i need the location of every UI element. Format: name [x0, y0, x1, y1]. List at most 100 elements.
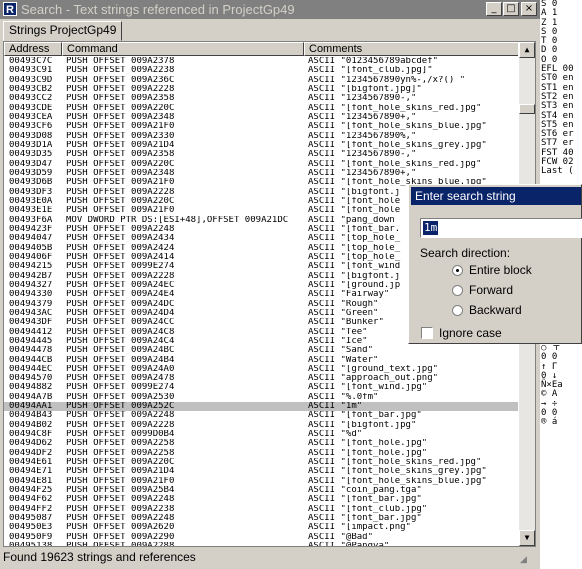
- row-command: PUSH OFFSET 009A2348: [66, 168, 175, 178]
- row-address: 004950F9: [9, 532, 53, 542]
- resize-grip-icon[interactable]: ◢: [520, 550, 534, 564]
- row-command: PUSH OFFSET 009A2290: [66, 532, 175, 542]
- table-row[interactable]: 00494E61 PUSH OFFSET 009A220C ASCII "[font…: [4, 458, 518, 467]
- row-address: 004944CB: [9, 355, 53, 365]
- option-forward[interactable]: Forward: [469, 283, 513, 297]
- column-header-command[interactable]: Command: [62, 42, 304, 56]
- row-command: PUSH OFFSET 0099E274: [66, 262, 175, 272]
- search-input[interactable]: 1m: [420, 218, 582, 238]
- table-row[interactable]: 00494D62 PUSH OFFSET 009A2258 ASCII "[font…: [4, 439, 518, 448]
- row-comment: ASCII "[font_bar.jpg": [308, 495, 422, 505]
- table-row[interactable]: 004944EC PUSH OFFSET 009A24A0 ASCII "[grou…: [4, 365, 518, 374]
- search-dialog: Enter search string 1m Search direction:…: [408, 184, 582, 344]
- table-row[interactable]: 00493C7C PUSH OFFSET 009A2378 ASCII "01234…: [4, 57, 518, 66]
- row-comment: ASCII "[ground_text.jpg": [308, 364, 439, 374]
- row-comment: ASCII "1234567890%,": [308, 131, 417, 141]
- scroll-thumb[interactable]: [519, 104, 535, 114]
- row-comment: ASCII "%d": [308, 430, 363, 440]
- table-row[interactable]: 00493CEA PUSH OFFSET 009A2348 ASCII "12345…: [4, 113, 518, 122]
- row-address: 00494A7B: [9, 392, 53, 402]
- row-address: 0049405B: [9, 243, 53, 253]
- table-row[interactable]: 00494B43 PUSH OFFSET 009A2248 ASCII "[font…: [4, 411, 518, 420]
- table-row[interactable]: 00493D59 PUSH OFFSET 009A2348 ASCII "12345…: [4, 169, 518, 178]
- table-row[interactable]: 00494B02 PUSH OFFSET 009A2228 ASCII "[bigf…: [4, 421, 518, 430]
- table-row[interactable]: 00493D47 PUSH OFFSET 009A220C ASCII "[font…: [4, 160, 518, 169]
- row-command: PUSH OFFSET 009A2238: [66, 504, 175, 514]
- row-address: 00493CF6: [9, 122, 53, 132]
- radio-forward[interactable]: [452, 285, 463, 296]
- tab-strings[interactable]: Strings ProjectGp49: [3, 21, 123, 41]
- row-command: MOV DWORD PTR DS:[ESI+48],OFFSET 009A21D…: [66, 215, 289, 225]
- row-command: PUSH OFFSET 009A2434: [66, 234, 175, 244]
- table-row[interactable]: 00493D1A PUSH OFFSET 009A21D4 ASCII "[font…: [4, 141, 518, 150]
- table-row[interactable]: 00494F25 PUSH OFFSET 009A25B4 ASCII "coin_…: [4, 486, 518, 495]
- table-row[interactable]: 00494E71 PUSH OFFSET 009A21D4 ASCII "[font…: [4, 467, 518, 476]
- table-row[interactable]: 004950F9 PUSH OFFSET 009A2290 ASCII "@Bad": [4, 533, 518, 542]
- scroll-up-arrow-icon[interactable]: ▲: [519, 42, 535, 58]
- table-row[interactable]: 00493CC2 PUSH OFFSET 009A2358 ASCII "12345…: [4, 94, 518, 103]
- scroll-down-arrow-icon[interactable]: ▼: [519, 530, 535, 546]
- row-comment: ASCII "%.0fm": [308, 392, 379, 402]
- row-comment: ASCII "[font_hole_skins_red.jpg": [308, 458, 482, 468]
- ignore-case-checkbox[interactable]: [421, 327, 433, 339]
- row-comment: ASCII "1234567890-,": [308, 94, 417, 104]
- ignore-case-label[interactable]: Ignore case: [439, 326, 502, 340]
- table-row[interactable]: 00493CF6 PUSH OFFSET 009A21F0 ASCII "[font…: [4, 122, 518, 131]
- row-command: PUSH OFFSET 009A2258: [66, 448, 175, 458]
- row-address: 00494379: [9, 299, 53, 309]
- row-address: 00494047: [9, 234, 53, 244]
- row-address: 00494215: [9, 262, 53, 272]
- row-command: PUSH OFFSET 009A21F0: [66, 178, 175, 188]
- dialog-title[interactable]: Enter search string: [411, 187, 581, 205]
- row-command: PUSH OFFSET 009A21D4: [66, 467, 175, 477]
- table-row[interactable]: 00494478 PUSH OFFSET 009A24BC ASCII "Sand": [4, 346, 518, 355]
- row-command: PUSH OFFSET 009A2348: [66, 112, 175, 122]
- table-row[interactable]: 00494C8F PUSH OFFSET 0099D0B4 ASCII "%d": [4, 430, 518, 439]
- option-backward[interactable]: Backward: [469, 303, 522, 317]
- table-row[interactable]: 00493CDE PUSH OFFSET 009A220C ASCII "[font…: [4, 104, 518, 113]
- table-row[interactable]: 00495087 PUSH OFFSET 009A2248 ASCII "[font…: [4, 514, 518, 523]
- radio-backward[interactable]: [452, 305, 463, 316]
- table-row[interactable]: 00494E81 PUSH OFFSET 009A21F0 ASCII "[font…: [4, 477, 518, 486]
- row-command: PUSH OFFSET 009A25B4: [66, 486, 175, 496]
- table-row[interactable]: 00494DF2 PUSH OFFSET 009A2258 ASCII "[font…: [4, 449, 518, 458]
- table-row[interactable]: 00493D08 PUSH OFFSET 009A2330 ASCII "12345…: [4, 132, 518, 141]
- row-command: PUSH OFFSET 009A2228: [66, 271, 175, 281]
- row-address: 004950E3: [9, 523, 53, 533]
- close-button[interactable]: ×: [521, 2, 537, 16]
- table-row[interactable]: 00494882 PUSH OFFSET 0099E274 ASCII "[font…: [4, 383, 518, 392]
- table-row[interactable]: 00495138PUSH OFFSET 009A2288 ASCII "@Pang…: [4, 542, 520, 546]
- column-header-address[interactable]: Address: [4, 42, 62, 56]
- minimize-button[interactable]: _: [486, 2, 502, 16]
- table-row[interactable]: 00493C9D PUSH OFFSET 009A236C ASCII "12345…: [4, 76, 518, 85]
- row-command: PUSH OFFSET 009A2248: [66, 495, 175, 505]
- window-titlebar[interactable]: R Search - Text strings referenced in Pr…: [0, 0, 540, 19]
- row-comment: ASCII "[font_hole_skins_red.jpg": [308, 103, 482, 113]
- table-row[interactable]: 00494FF2 PUSH OFFSET 009A2238 ASCII "[font…: [4, 505, 518, 514]
- row-comment: ASCII "[font_hole_skins_grey.jpg": [308, 467, 487, 477]
- table-row[interactable]: 00493CB2 PUSH OFFSET 009A2228 ASCII "[bigf…: [4, 85, 518, 94]
- column-header-comments[interactable]: Comments: [304, 42, 520, 56]
- row-command: PUSH OFFSET 009A24E4: [66, 290, 175, 300]
- row-address: 00494E71: [9, 467, 53, 477]
- row-address: 00494330: [9, 290, 53, 300]
- row-comment: ASCII "[font_bar.jpg": [308, 411, 422, 421]
- row-comment: ASCII "@Pangya": [308, 542, 520, 546]
- table-row[interactable]: 00493C91 PUSH OFFSET 009A2238 ASCII "[font…: [4, 66, 518, 75]
- table-row[interactable]: 00494F62 PUSH OFFSET 009A2248 ASCII "[font…: [4, 495, 518, 504]
- table-row[interactable]: 004950E3 PUSH OFFSET 009A2620 ASCII "[impa…: [4, 523, 518, 532]
- table-row[interactable]: 00494AA1 PUSH OFFSET 009A252C ASCII "1m": [4, 402, 518, 412]
- register-line: ® á: [541, 417, 558, 428]
- option-entire-block[interactable]: Entire block: [469, 263, 532, 277]
- row-comment: ASCII "1m": [308, 402, 363, 412]
- radio-entire-block[interactable]: [452, 265, 463, 276]
- search-input-value: 1m: [423, 221, 439, 235]
- table-row[interactable]: 00494570 PUSH OFFSET 009A2478 ASCII "appro…: [4, 374, 518, 383]
- row-command: PUSH OFFSET 009A2248: [66, 514, 175, 524]
- maximize-button[interactable]: □: [503, 2, 519, 16]
- table-row[interactable]: 004944CB PUSH OFFSET 009A24B4 ASCII "Water…: [4, 356, 518, 365]
- table-row[interactable]: 00493D35 PUSH OFFSET 009A2358 ASCII "12345…: [4, 150, 518, 159]
- row-comment: ASCII "[bigfont.jpg": [308, 420, 417, 430]
- row-command: PUSH OFFSET 009A24DC: [66, 299, 175, 309]
- table-row[interactable]: 00494A7B PUSH OFFSET 009A2530 ASCII "%.0fm…: [4, 393, 518, 402]
